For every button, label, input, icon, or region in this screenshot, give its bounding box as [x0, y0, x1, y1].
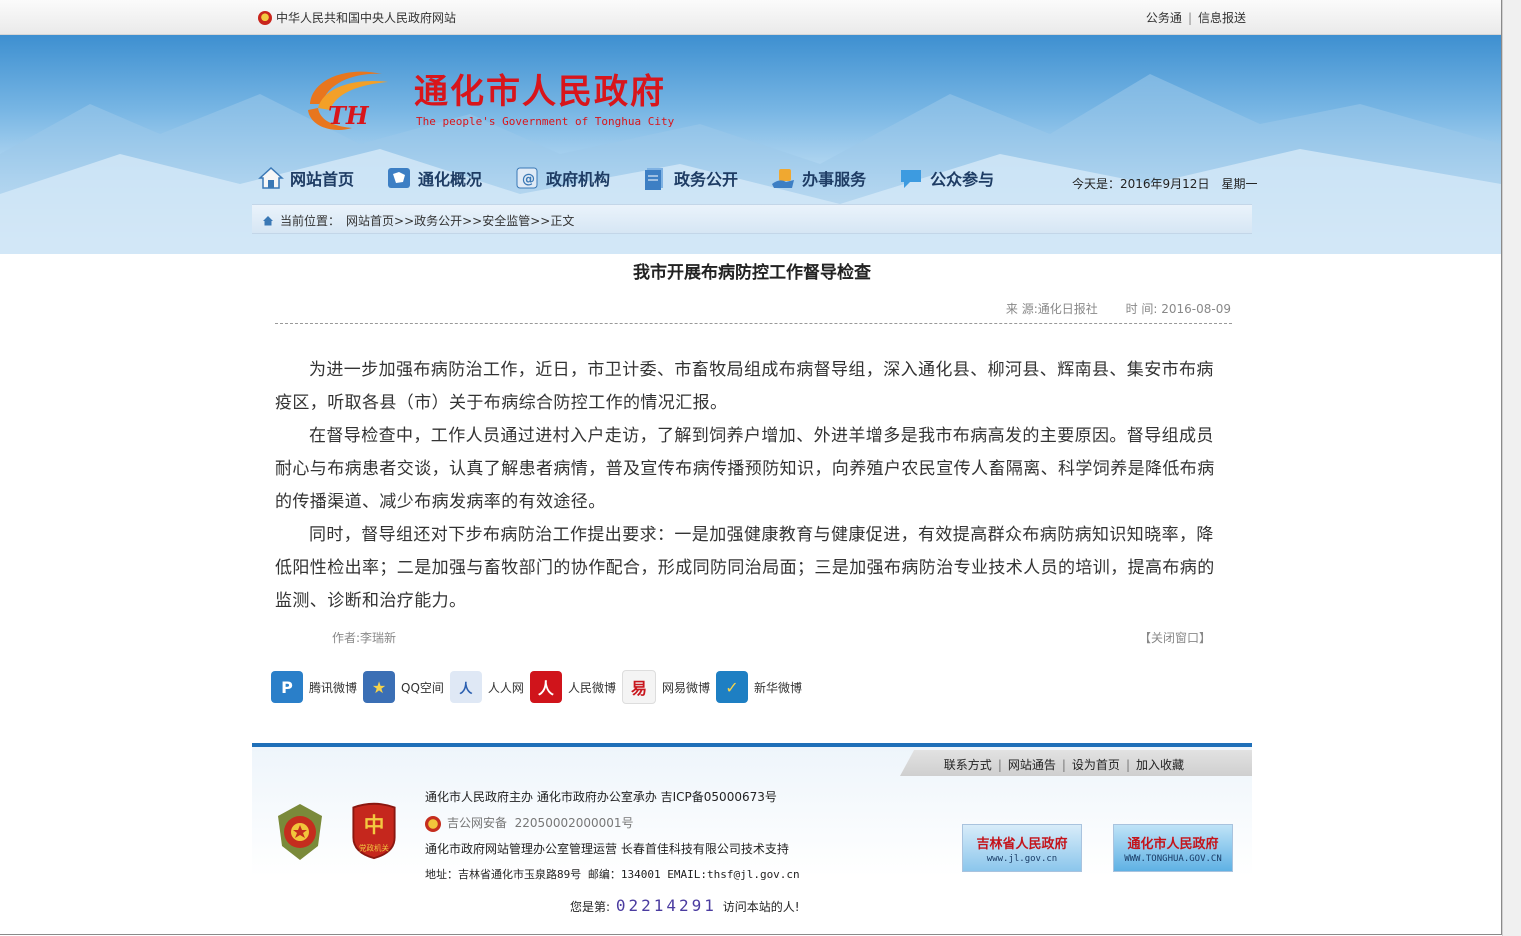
top-link-info-report[interactable]: 信息报送	[1198, 11, 1246, 25]
org-icon: @	[516, 167, 538, 189]
article-title: 我市开展布病防控工作督导检查	[633, 263, 871, 283]
house-icon	[258, 166, 284, 189]
top-link-gongwutong[interactable]: 公务通	[1146, 11, 1182, 25]
tonghua-logo-icon[interactable]: TH	[302, 64, 392, 134]
svg-text:TH: TH	[328, 101, 370, 130]
main-nav: 网站首页 通化概况 @ 政府机构 政务公开 办事服务 公众参与	[258, 166, 1026, 190]
divider: |	[1187, 11, 1192, 25]
article-paragraph: 在督导检查中，工作人员通过进村入户走访，了解到饲养户增加、外进羊增多是我市布病高…	[275, 426, 1215, 512]
central-gov-link[interactable]: 中华人民共和国中央人民政府网站	[258, 9, 456, 26]
breadcrumb: 当前位置： 网站首页>>政务公开>>安全监管>>正文	[252, 204, 1252, 234]
footer-link-contact[interactable]: 联系方式	[944, 758, 992, 772]
footer-link-set-home[interactable]: 设为首页	[1072, 758, 1120, 772]
share-netease-weibo[interactable]: 易 网易微博	[621, 670, 710, 704]
top-bar: 中华人民共和国中央人民政府网站 公务通 | 信息报送	[0, 0, 1501, 35]
badge-text: 党政机关	[359, 843, 389, 853]
site-subtitle: The people's Government of Tonghua City	[416, 115, 675, 128]
footer-sponsor: 通化市人民政府主办 通化市政府办公室承办 吉ICP备05000673号	[425, 790, 777, 804]
nav-item-label: 通化概况	[418, 170, 483, 189]
qzone-icon: ★	[363, 671, 396, 703]
footer-address: 地址：吉林省通化市玉泉路89号 邮编：134001 EMAIL:thsf@jl.…	[425, 868, 800, 881]
article-paragraph: 为进一步加强布病防治工作，近日，市卫计委、市畜牧局组成布病督导组，深入通化县、柳…	[275, 360, 1214, 413]
divider: |	[1061, 758, 1066, 772]
footer-links: 联系方式 | 网站通告 | 设为首页 | 加入收藏	[900, 750, 1252, 776]
share-label: 腾讯微博	[309, 680, 358, 695]
svg-text:中: 中	[364, 813, 385, 837]
breadcrumb-path[interactable]: 网站首页>>政务公开>>安全监管>>正文	[346, 212, 574, 229]
breadcrumb-prefix: 当前位置：	[280, 214, 341, 228]
share-label: 人民微博	[567, 680, 616, 695]
nav-item-services[interactable]: 办事服务	[770, 166, 866, 190]
visits-count: 02214291	[615, 896, 717, 915]
nav-item-public-affairs[interactable]: 政务公开	[642, 166, 738, 190]
share-xinhua-weibo[interactable]: ✓ 新华微博	[715, 671, 802, 703]
article-author: 作者:李瑞新	[332, 631, 397, 645]
police-badge-icon[interactable]	[274, 802, 326, 862]
record-code: 22050002000001号	[514, 816, 634, 830]
xinhua-weibo-icon: ✓	[715, 671, 748, 703]
footer-link-notice[interactable]: 网站通告	[1008, 758, 1056, 772]
browser-viewport: 中华人民共和国中央人民政府网站 公务通 | 信息报送 TH 通化市人民政府 The …	[0, 0, 1502, 935]
banner-url: www.jl.gov.cn	[986, 853, 1058, 864]
site-title: 通化市人民政府	[414, 72, 666, 112]
visit-counter: 您是第: 02214291 访问本站的人!	[570, 896, 800, 915]
article-paragraph: 同时，督导组还对下步布病防治工作提出要求：一是加强健康教育与健康促进，有效提高群…	[275, 525, 1215, 611]
speech-bubble-icon	[901, 170, 922, 188]
divider: |	[997, 758, 1002, 772]
nav-item-label: 公众参与	[930, 170, 995, 189]
share-tencent-weibo[interactable]: P 腾讯微博	[271, 671, 357, 703]
netease-weibo-icon: 易	[621, 670, 656, 704]
top-links: 公务通 | 信息报送	[1146, 9, 1246, 26]
home-icon	[263, 216, 273, 226]
renren-icon: 人	[449, 671, 482, 703]
nav-item-label: 网站首页	[290, 170, 355, 189]
map-icon	[388, 168, 411, 188]
banner-url: WWW.TONGHUA.GOV.CN	[1124, 853, 1222, 864]
document-icon	[645, 168, 664, 190]
share-renren[interactable]: 人 人人网	[449, 671, 524, 703]
tonghua-gov-banner[interactable]: 通化市人民政府 WWW.TONGHUA.GOV.CN	[1113, 824, 1233, 872]
share-bar: P 腾讯微博 ★ QQ空间 人 人人网 人 人民微博 易 网易微博 ✓ 新华微博	[271, 670, 808, 704]
public-security-icon	[425, 815, 441, 832]
window-scrollbar[interactable]	[1502, 0, 1521, 936]
nav-item-label: 办事服务	[802, 170, 867, 189]
visits-suffix: 访问本站的人!	[722, 900, 800, 914]
nav-item-home[interactable]: 网站首页	[258, 166, 354, 190]
nav-item-agencies[interactable]: @ 政府机构	[514, 166, 610, 190]
central-gov-link-text: 中华人民共和国中央人民政府网站	[276, 11, 457, 25]
divider: |	[1125, 758, 1130, 772]
nav-item-participation[interactable]: 公众参与	[898, 166, 994, 190]
record-label: 吉公网安备	[447, 816, 508, 830]
share-label: 人人网	[487, 680, 524, 695]
jilin-gov-banner[interactable]: 吉林省人民政府 www.jl.gov.cn	[962, 824, 1082, 872]
footer-operator: 通化市政府网站管理办公室管理运营 长春首佳科技有限公司技术支持	[425, 842, 789, 856]
national-emblem-icon	[258, 10, 272, 25]
footer-public-security-record[interactable]: 吉公网安备 22050002000001号	[425, 814, 634, 832]
article-source: 来 源:通化日报社	[1005, 302, 1098, 316]
banner-title: 吉林省人民政府	[976, 836, 1068, 852]
visits-prefix: 您是第:	[570, 900, 611, 914]
service-icon	[772, 169, 795, 188]
share-label: 网易微博	[661, 680, 710, 695]
share-people-weibo[interactable]: 人 人民微博	[529, 671, 616, 703]
article-meta: 来 源:通化日报社 时 间: 2016-08-09	[982, 300, 1231, 317]
share-label: QQ空间	[401, 680, 444, 695]
party-agency-badge-icon[interactable]: 中 党政机关	[348, 800, 400, 860]
share-qzone[interactable]: ★ QQ空间	[363, 671, 444, 703]
nav-item-overview[interactable]: 通化概况	[386, 166, 482, 190]
nav-item-label: 政府机构	[546, 170, 611, 189]
nav-item-label: 政务公开	[674, 170, 739, 189]
banner-title: 通化市人民政府	[1127, 836, 1219, 852]
tencent-weibo-icon: P	[271, 671, 303, 703]
article-time: 时 间: 2016-08-09	[1125, 302, 1231, 316]
share-label: 新华微博	[753, 680, 802, 695]
footer-link-bookmark[interactable]: 加入收藏	[1136, 758, 1184, 772]
today-date: 今天是：2016年9月12日 星期一	[1072, 177, 1258, 191]
people-weibo-icon: 人	[529, 671, 562, 703]
article-body: 为进一步加强布病防治工作，近日，市卫计委、市畜牧局组成布病督导组，深入通化县、柳…	[275, 354, 1225, 618]
svg-text:@: @	[522, 172, 535, 187]
title-divider	[275, 323, 1232, 324]
close-window-link[interactable]: 【关闭窗口】	[1139, 629, 1211, 646]
